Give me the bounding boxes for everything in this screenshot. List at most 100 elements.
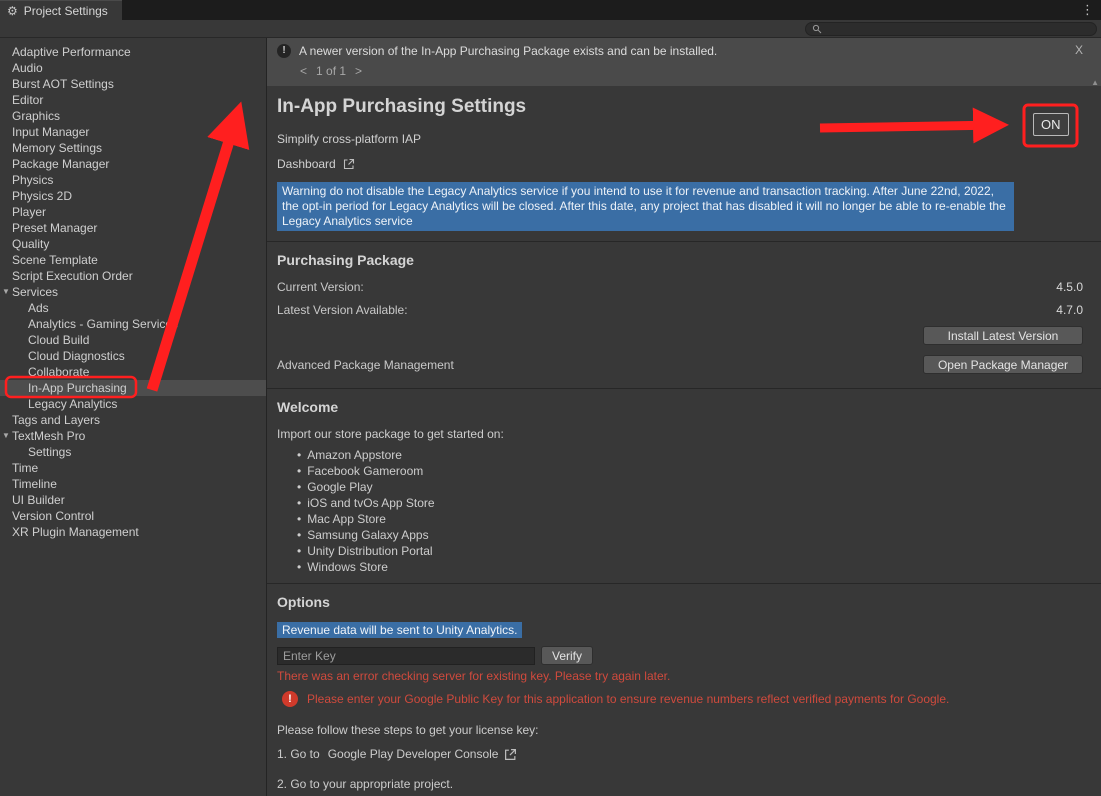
sidebar-item-label: Analytics - Gaming Services bbox=[28, 317, 178, 331]
install-latest-version-button[interactable]: Install Latest Version bbox=[923, 326, 1083, 345]
pager-next-icon[interactable]: > bbox=[355, 64, 362, 78]
sidebar-item-audio[interactable]: Audio bbox=[0, 60, 266, 76]
sidebar-item-collaborate[interactable]: Collaborate bbox=[0, 364, 266, 380]
bullet-icon: • bbox=[297, 512, 301, 526]
scrollbar-up-arrow[interactable]: ▲ bbox=[1091, 78, 1099, 87]
sidebar-item-label: Scene Template bbox=[12, 253, 98, 267]
sidebar-item-legacy-analytics[interactable]: Legacy Analytics bbox=[0, 396, 266, 412]
sidebar-item-quality[interactable]: Quality bbox=[0, 236, 266, 252]
store-name: Google Play bbox=[307, 480, 372, 494]
open-package-manager-button[interactable]: Open Package Manager bbox=[923, 355, 1083, 374]
chevron-down-icon[interactable]: ▼ bbox=[2, 284, 10, 300]
sidebar-item-label: Quality bbox=[12, 237, 49, 251]
sidebar-item-ads[interactable]: Ads bbox=[0, 300, 266, 316]
sidebar-item-tags-and-layers[interactable]: Tags and Layers bbox=[0, 412, 266, 428]
store-name: iOS and tvOs App Store bbox=[307, 496, 434, 510]
page-title: In-App Purchasing Settings bbox=[277, 96, 1083, 118]
bullet-icon: • bbox=[297, 560, 301, 574]
sidebar-item-burst-aot-settings[interactable]: Burst AOT Settings bbox=[0, 76, 266, 92]
sidebar-item-label: Player bbox=[12, 205, 46, 219]
sidebar-item-physics-2d[interactable]: Physics 2D bbox=[0, 188, 266, 204]
sidebar-item-cloud-diagnostics[interactable]: Cloud Diagnostics bbox=[0, 348, 266, 364]
bullet-icon: • bbox=[297, 528, 301, 542]
sidebar-item-cloud-build[interactable]: Cloud Build bbox=[0, 332, 266, 348]
purchasing-package-title: Purchasing Package bbox=[277, 252, 1083, 268]
store-list-item: •Facebook Gameroom bbox=[297, 463, 1083, 479]
search-icon bbox=[812, 24, 822, 34]
sidebar-item-version-control[interactable]: Version Control bbox=[0, 508, 266, 524]
sidebar-item-graphics[interactable]: Graphics bbox=[0, 108, 266, 124]
notification-pager: < 1 of 1 > bbox=[300, 64, 1091, 78]
sidebar-item-label: Editor bbox=[12, 93, 43, 107]
sidebar-item-preset-manager[interactable]: Preset Manager bbox=[0, 220, 266, 236]
sidebar-item-editor[interactable]: Editor bbox=[0, 92, 266, 108]
license-key-input[interactable] bbox=[277, 647, 535, 665]
external-link-icon bbox=[343, 158, 355, 170]
sidebar-item-memory-settings[interactable]: Memory Settings bbox=[0, 140, 266, 156]
kebab-menu-icon[interactable]: ⋮ bbox=[1081, 0, 1094, 20]
verify-button[interactable]: Verify bbox=[541, 646, 593, 665]
sidebar-item-package-manager[interactable]: Package Manager bbox=[0, 156, 266, 172]
sidebar-item-in-app-purchasing[interactable]: In-App Purchasing bbox=[0, 380, 266, 396]
bullet-icon: • bbox=[297, 496, 301, 510]
welcome-section: Welcome Import our store package to get … bbox=[277, 399, 1083, 575]
store-name: Unity Distribution Portal bbox=[307, 544, 432, 558]
sidebar-item-analytics-gaming-services[interactable]: Analytics - Gaming Services bbox=[0, 316, 266, 332]
sidebar-item-scene-template[interactable]: Scene Template bbox=[0, 252, 266, 268]
sidebar-item-label: Services bbox=[12, 285, 58, 299]
advanced-package-label: Advanced Package Management bbox=[277, 358, 454, 372]
sidebar-item-settings[interactable]: Settings bbox=[0, 444, 266, 460]
sidebar-item-label: In-App Purchasing bbox=[28, 381, 127, 395]
sidebar-item-label: Input Manager bbox=[12, 125, 89, 139]
sidebar-item-label: Time bbox=[12, 461, 38, 475]
sidebar-item-ui-builder[interactable]: UI Builder bbox=[0, 492, 266, 508]
sidebar: Adaptive Performance Audio Burst AOT Setti… bbox=[0, 38, 267, 796]
sidebar-item-adaptive-performance[interactable]: Adaptive Performance bbox=[0, 44, 266, 60]
notification-info-icon: ! bbox=[277, 44, 291, 58]
store-name: Mac App Store bbox=[307, 512, 386, 526]
store-name: Facebook Gameroom bbox=[307, 464, 423, 478]
project-settings-window: ⚙ Project Settings ⋮ Adaptive Performanc… bbox=[0, 0, 1101, 796]
current-version-row: Current Version: 4.5.0 bbox=[277, 280, 1083, 294]
latest-version-value: 4.7.0 bbox=[1056, 303, 1083, 317]
sidebar-item-label: UI Builder bbox=[12, 493, 65, 507]
sidebar-item-xr-plugin-management[interactable]: XR Plugin Management bbox=[0, 524, 266, 540]
store-list: •Amazon Appstore•Facebook Gameroom•Googl… bbox=[277, 447, 1083, 575]
iap-on-toggle[interactable]: ON bbox=[1033, 113, 1069, 136]
sidebar-item-input-manager[interactable]: Input Manager bbox=[0, 124, 266, 140]
sidebar-item-label: Audio bbox=[12, 61, 43, 75]
pager-prev-icon[interactable]: < bbox=[300, 64, 307, 78]
store-name: Samsung Galaxy Apps bbox=[307, 528, 428, 542]
sidebar-item-physics[interactable]: Physics bbox=[0, 172, 266, 188]
legacy-analytics-warning: Warning do not disable the Legacy Analyt… bbox=[277, 182, 1014, 231]
sidebar-item-label: Burst AOT Settings bbox=[12, 77, 114, 91]
sidebar-item-player[interactable]: Player bbox=[0, 204, 266, 220]
chevron-down-icon[interactable]: ▼ bbox=[2, 428, 10, 444]
sidebar-item-label: Preset Manager bbox=[12, 221, 97, 235]
gear-icon: ⚙ bbox=[7, 4, 18, 18]
current-version-value: 4.5.0 bbox=[1056, 280, 1083, 294]
close-icon[interactable]: X bbox=[1075, 43, 1083, 57]
sidebar-item-timeline[interactable]: Timeline bbox=[0, 476, 266, 492]
store-list-item: •Google Play bbox=[297, 479, 1083, 495]
latest-version-row: Latest Version Available: 4.7.0 bbox=[277, 303, 1083, 317]
sidebar-item-script-execution-order[interactable]: Script Execution Order bbox=[0, 268, 266, 284]
window-tab-project-settings[interactable]: ⚙ Project Settings bbox=[0, 0, 122, 20]
sidebar-item-label: Adaptive Performance bbox=[12, 45, 131, 59]
sidebar-item-label: Ads bbox=[28, 301, 49, 315]
sidebar-item-label: Physics 2D bbox=[12, 189, 72, 203]
section-divider bbox=[267, 241, 1101, 242]
sidebar-item-services[interactable]: ▼Services bbox=[0, 284, 266, 300]
sidebar-item-label: Legacy Analytics bbox=[28, 397, 117, 411]
section-divider bbox=[267, 388, 1101, 389]
search-input[interactable] bbox=[805, 22, 1097, 36]
sidebar-item-label: Settings bbox=[28, 445, 71, 459]
store-list-item: • Mac App Store bbox=[297, 511, 1083, 527]
settings-content: ! A newer version of the In-App Purchasi… bbox=[267, 38, 1101, 796]
sidebar-item-label: Cloud Build bbox=[28, 333, 89, 347]
dashboard-link[interactable]: Dashboard bbox=[277, 156, 1083, 172]
google-play-console-link[interactable]: Google Play Developer Console bbox=[328, 747, 499, 761]
sidebar-item-time[interactable]: Time bbox=[0, 460, 266, 476]
sidebar-list: Adaptive Performance Audio Burst AOT Setti… bbox=[0, 44, 266, 540]
sidebar-item-textmesh-pro[interactable]: ▼TextMesh Pro bbox=[0, 428, 266, 444]
